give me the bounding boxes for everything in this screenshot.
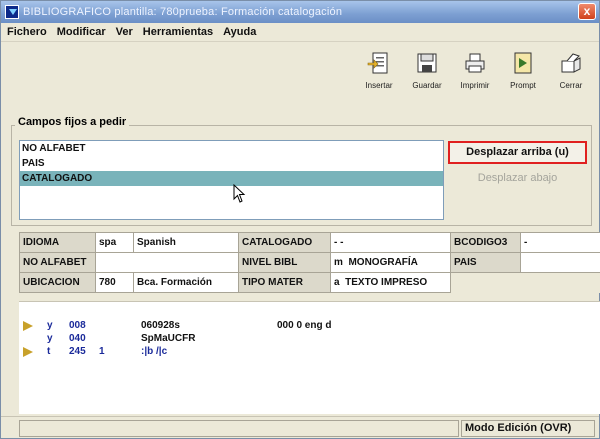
list-item-selected[interactable]: CATALOGADO [20, 171, 443, 186]
close-button[interactable]: x [578, 3, 596, 20]
guardar-label: Guardar [412, 81, 442, 90]
field-value[interactable] [95, 252, 239, 273]
field-value[interactable]: - [520, 232, 600, 253]
window-title: BIBLIOGRAFICO plantilla: 780prueba: Form… [23, 6, 343, 18]
marc-tag: 040 [69, 333, 86, 344]
triangle-arrow-icon [23, 347, 33, 357]
status-message [19, 420, 459, 437]
campos-fijos-title: Campos fijos a pedir [15, 116, 130, 128]
desplazar-abajo-button[interactable]: Desplazar abajo [450, 168, 585, 189]
menu-bar: Fichero Modificar Ver Herramientas Ayuda [1, 23, 599, 42]
fixed-fields-grid: IDIOMA spa Spanish CATALOGADO - - BCODIG… [19, 232, 600, 293]
empty-cell [450, 272, 600, 293]
cerrar-label: Cerrar [559, 81, 583, 90]
field-code: m [334, 257, 343, 268]
field-label: CATALOGADO [238, 232, 331, 253]
field-label: IDIOMA [19, 232, 96, 253]
triangle-arrow-icon [23, 321, 33, 331]
marc-line[interactable]: t 245 1 :|b /|c [19, 346, 579, 359]
table-row: NO ALFABET NIVEL BIBL m MONOGRAFÍA PAIS [19, 252, 600, 273]
field-label: UBICACION [19, 272, 96, 293]
prompt-label: Prompt [510, 81, 536, 90]
guardar-button[interactable]: Guardar [403, 45, 451, 107]
field-value[interactable]: m MONOGRAFÍA [330, 252, 451, 273]
marc-line[interactable]: y 008 060928s 000 0 eng d [19, 320, 579, 333]
prompt-icon [514, 52, 532, 74]
app-window: BIBLIOGRAFICO plantilla: 780prueba: Form… [0, 0, 600, 439]
field-label: NIVEL BIBL [238, 252, 331, 273]
title-bar[interactable]: BIBLIOGRAFICO plantilla: 780prueba: Form… [1, 1, 599, 23]
menu-modificar[interactable]: Modificar [57, 26, 106, 38]
field-value[interactable]: - - [330, 232, 451, 253]
cerrar-button[interactable]: Cerrar [547, 45, 595, 107]
field-value[interactable] [520, 252, 600, 273]
menu-ver[interactable]: Ver [116, 26, 133, 38]
mouse-pointer-icon [233, 184, 246, 203]
marc-content: SpMaUCFR [141, 333, 196, 344]
marc-tag: 008 [69, 320, 86, 331]
field-label: TIPO MATER [238, 272, 331, 293]
marc-tag: 245 [69, 346, 86, 357]
desplazar-arriba-button[interactable]: Desplazar arriba (u) [448, 141, 587, 164]
field-label: BCODIGO3 [450, 232, 521, 253]
app-icon [5, 5, 19, 19]
insertar-button[interactable]: Insertar [355, 45, 403, 107]
menu-fichero[interactable]: Fichero [7, 26, 47, 38]
imprimir-button[interactable]: Imprimir [451, 45, 499, 107]
marc-ind1: 1 [99, 346, 105, 357]
field-value[interactable]: Spanish [133, 232, 239, 253]
insert-icon [367, 52, 388, 74]
insertar-label: Insertar [365, 81, 393, 90]
floppy-disk-icon [417, 53, 437, 73]
field-value[interactable]: a TEXTO IMPRESO [330, 272, 451, 293]
marc-record-area[interactable]: y 008 060928s 000 0 eng d y 040 SpMaUCFR… [19, 301, 600, 414]
status-bar: Modo Edición (OVR) [1, 416, 599, 438]
marc-extra: 000 0 eng d [277, 320, 332, 331]
menu-herramientas[interactable]: Herramientas [143, 26, 213, 38]
prompt-button[interactable]: Prompt [499, 45, 547, 107]
toolbar: Insertar Guardar Imprimir Prompt Cerrar [355, 45, 595, 107]
field-code: a [334, 277, 340, 288]
field-label: PAIS [450, 252, 521, 273]
marc-content: 060928s [141, 320, 180, 331]
table-row: IDIOMA spa Spanish CATALOGADO - - BCODIG… [19, 232, 600, 253]
menu-ayuda[interactable]: Ayuda [223, 26, 256, 38]
field-description: TEXTO IMPRESO [345, 277, 428, 288]
field-value[interactable]: spa [95, 232, 134, 253]
field-value[interactable]: 780 [95, 272, 134, 293]
field-description: MONOGRAFÍA [348, 257, 418, 268]
table-row: UBICACION 780 Bca. Formación TIPO MATER … [19, 272, 600, 293]
field-value[interactable]: Bca. Formación [133, 272, 239, 293]
marc-indicator: y [47, 320, 53, 331]
field-label: NO ALFABET [19, 252, 96, 273]
marc-content: :|b /|c [141, 346, 168, 357]
list-item[interactable]: PAIS [20, 156, 443, 171]
marc-line[interactable]: y 040 SpMaUCFR [19, 333, 579, 346]
marc-indicator: y [47, 333, 53, 344]
marc-indicator: t [47, 346, 51, 357]
campos-fijos-list[interactable]: NO ALFABET PAIS CATALOGADO [19, 140, 444, 220]
edit-mode-indicator: Modo Edición (OVR) [461, 420, 595, 437]
printer-icon [465, 53, 485, 73]
imprimir-label: Imprimir [460, 81, 490, 90]
open-box-icon [561, 53, 581, 73]
list-item[interactable]: NO ALFABET [20, 141, 443, 156]
